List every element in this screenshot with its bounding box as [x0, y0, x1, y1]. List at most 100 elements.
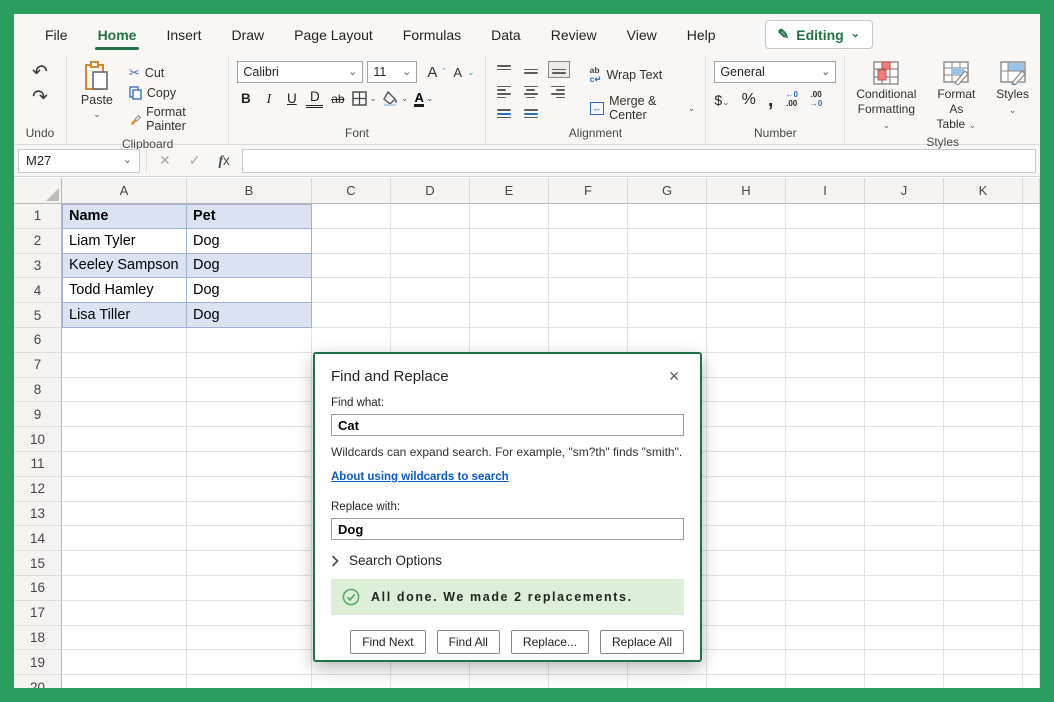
cell-B1[interactable]: Pet — [187, 204, 312, 229]
row-header[interactable]: 17 — [14, 601, 62, 626]
cell-K18[interactable] — [944, 626, 1023, 651]
cell-I1[interactable] — [786, 204, 865, 229]
cell-B19[interactable] — [187, 650, 312, 675]
cell-filler[interactable] — [1023, 650, 1040, 675]
cell-K3[interactable] — [944, 254, 1023, 279]
cell-D5[interactable] — [391, 303, 470, 328]
cell-J5[interactable] — [865, 303, 944, 328]
cell-H18[interactable] — [707, 626, 786, 651]
cell-J20[interactable] — [865, 675, 944, 688]
find-next-button[interactable]: Find Next — [350, 630, 425, 654]
cell-K13[interactable] — [944, 502, 1023, 527]
cell-F2[interactable] — [549, 229, 628, 254]
cell-filler[interactable] — [1023, 204, 1040, 229]
cell-K1[interactable] — [944, 204, 1023, 229]
cell-filler[interactable] — [1023, 353, 1040, 378]
cell-K16[interactable] — [944, 576, 1023, 601]
increase-decimal-button[interactable]: ←0.00 — [785, 91, 797, 109]
cancel-entry-icon[interactable]: ✕ — [153, 152, 177, 169]
cell-G4[interactable] — [628, 278, 707, 303]
tab-page-layout[interactable]: Page Layout — [279, 14, 388, 55]
cell-F20[interactable] — [549, 675, 628, 688]
cell-I12[interactable] — [786, 477, 865, 502]
cell-H20[interactable] — [707, 675, 786, 688]
cell-D20[interactable] — [391, 675, 470, 688]
cell-K2[interactable] — [944, 229, 1023, 254]
cell-K10[interactable] — [944, 427, 1023, 452]
cell-J7[interactable] — [865, 353, 944, 378]
confirm-entry-icon[interactable]: ✓ — [183, 152, 207, 169]
tab-formulas[interactable]: Formulas — [388, 14, 476, 55]
cell-H5[interactable] — [707, 303, 786, 328]
cell-A12[interactable] — [62, 477, 187, 502]
align-left-button[interactable] — [494, 83, 514, 101]
cell-H14[interactable] — [707, 526, 786, 551]
row-header[interactable]: 12 — [14, 477, 62, 502]
double-underline-button[interactable]: D — [306, 90, 323, 108]
cell-I14[interactable] — [786, 526, 865, 551]
cell-F1[interactable] — [549, 204, 628, 229]
cell-D6[interactable] — [391, 328, 470, 353]
cell-A10[interactable] — [62, 427, 187, 452]
cell-D3[interactable] — [391, 254, 470, 279]
cell-H6[interactable] — [707, 328, 786, 353]
cell-G20[interactable] — [628, 675, 707, 688]
find-all-button[interactable]: Find All — [437, 630, 500, 654]
insert-function-button[interactable]: fx — [212, 153, 235, 169]
cell-filler[interactable] — [1023, 502, 1040, 527]
cell-I17[interactable] — [786, 601, 865, 626]
cell-K9[interactable] — [944, 402, 1023, 427]
cell-K7[interactable] — [944, 353, 1023, 378]
align-center-button[interactable] — [521, 83, 541, 101]
grow-font-button[interactable]: Aˆ — [421, 63, 447, 82]
tab-help[interactable]: Help — [672, 14, 731, 55]
cell-E2[interactable] — [470, 229, 549, 254]
cell-E20[interactable] — [470, 675, 549, 688]
formula-input[interactable] — [242, 149, 1036, 173]
cell-H11[interactable] — [707, 452, 786, 477]
cell-A17[interactable] — [62, 601, 187, 626]
bold-button[interactable]: B — [237, 91, 254, 106]
font-name-select[interactable]: Calibri ⌄ — [237, 61, 363, 83]
cell-E1[interactable] — [470, 204, 549, 229]
number-format-select[interactable]: General ⌄ — [714, 61, 836, 83]
column-header[interactable]: E — [470, 178, 549, 204]
cell-B2[interactable]: Dog — [187, 229, 312, 254]
cell-I13[interactable] — [786, 502, 865, 527]
cell-A3[interactable]: Keeley Sampson — [62, 254, 187, 279]
align-right-button[interactable] — [548, 83, 568, 101]
cell-filler[interactable] — [1023, 477, 1040, 502]
column-header[interactable]: H — [707, 178, 786, 204]
cell-B10[interactable] — [187, 427, 312, 452]
tab-home[interactable]: Home — [83, 14, 152, 55]
font-size-select[interactable]: 11 ⌄ — [367, 61, 417, 83]
tab-file[interactable]: File — [30, 14, 83, 55]
cell-B13[interactable] — [187, 502, 312, 527]
cell-J8[interactable] — [865, 378, 944, 403]
decrease-decimal-button[interactable]: .00→0 — [810, 91, 822, 109]
align-middle-button[interactable] — [521, 62, 541, 77]
cell-B20[interactable] — [187, 675, 312, 688]
copy-button[interactable]: Copy — [127, 85, 220, 101]
percent-style-button[interactable]: % — [742, 91, 756, 109]
cell-B5[interactable]: Dog — [187, 303, 312, 328]
cell-A14[interactable] — [62, 526, 187, 551]
cell-A4[interactable]: Todd Hamley — [62, 278, 187, 303]
cell-G3[interactable] — [628, 254, 707, 279]
cell-J6[interactable] — [865, 328, 944, 353]
cell-I18[interactable] — [786, 626, 865, 651]
cell-A11[interactable] — [62, 452, 187, 477]
font-color-button[interactable]: A ⌄ — [414, 91, 433, 108]
cell-K6[interactable] — [944, 328, 1023, 353]
row-header[interactable]: 8 — [14, 378, 62, 403]
cell-K5[interactable] — [944, 303, 1023, 328]
cell-K20[interactable] — [944, 675, 1023, 688]
cell-J10[interactable] — [865, 427, 944, 452]
row-header[interactable]: 20 — [14, 675, 62, 688]
cell-A16[interactable] — [62, 576, 187, 601]
cell-H2[interactable] — [707, 229, 786, 254]
cell-A13[interactable] — [62, 502, 187, 527]
cell-K4[interactable] — [944, 278, 1023, 303]
cell-B15[interactable] — [187, 551, 312, 576]
cell-B3[interactable]: Dog — [187, 254, 312, 279]
